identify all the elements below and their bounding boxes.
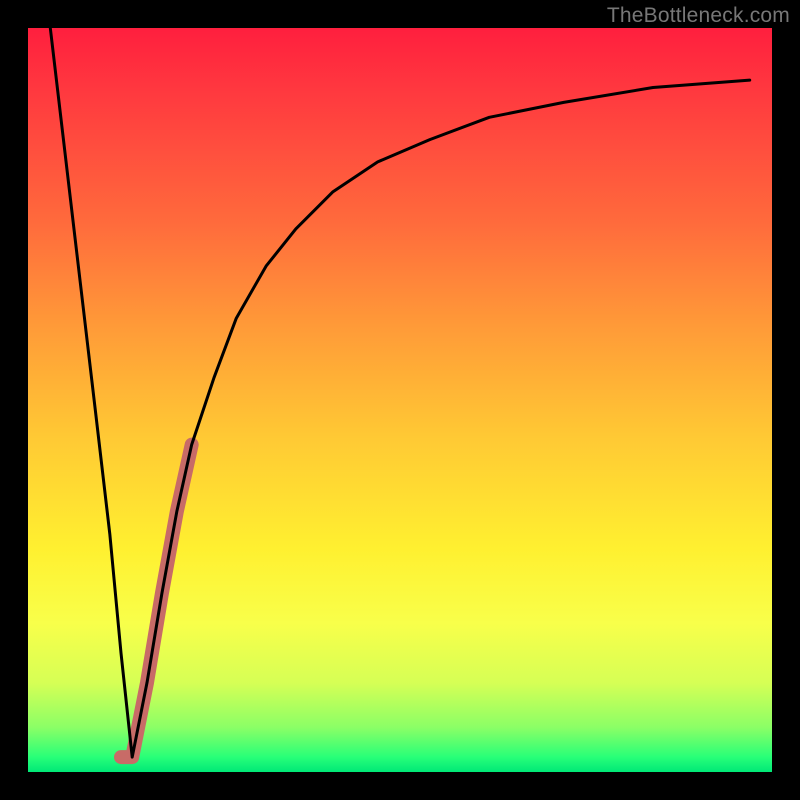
- watermark-text: TheBottleneck.com: [607, 4, 790, 28]
- curve-svg: [28, 28, 772, 772]
- plot-area: [28, 28, 772, 772]
- chart-frame: TheBottleneck.com: [0, 0, 800, 800]
